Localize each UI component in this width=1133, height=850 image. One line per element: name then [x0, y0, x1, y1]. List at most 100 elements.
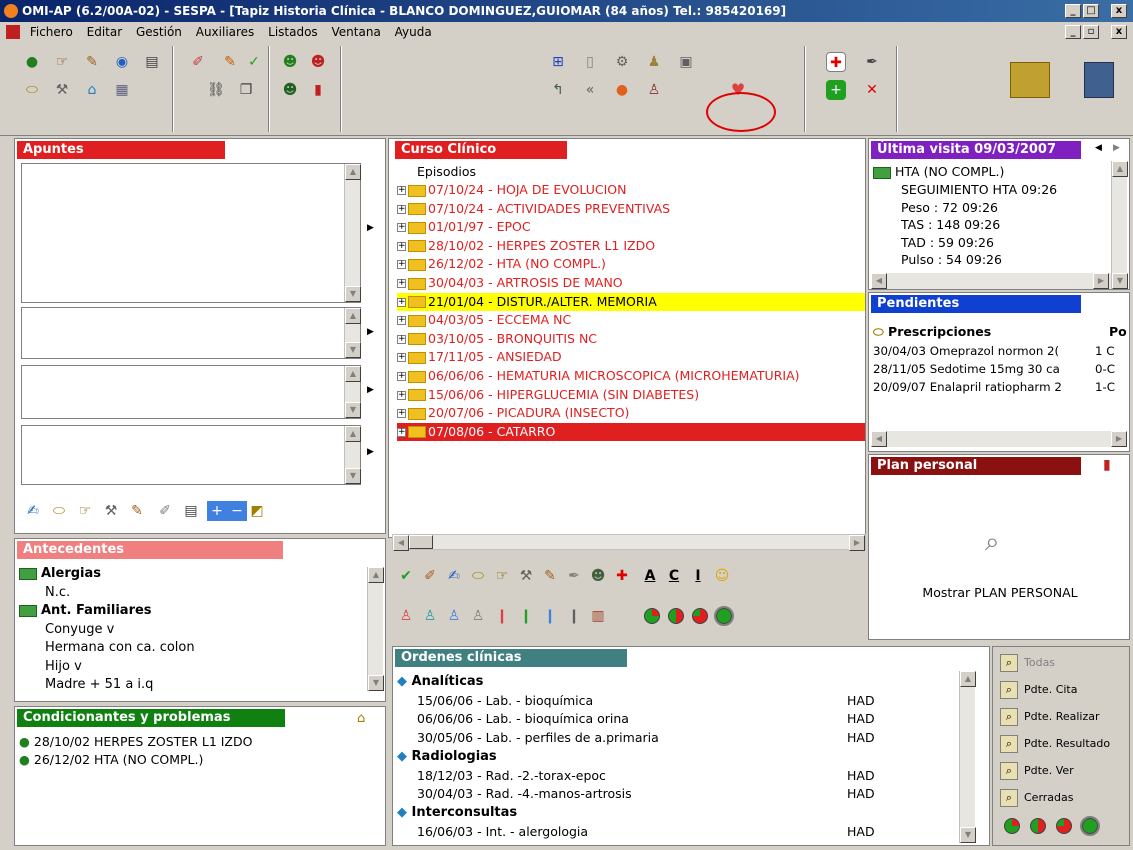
order-row[interactable]: 15/06/06 - Lab. - bioquímica	[417, 692, 593, 709]
search-folder-icon[interactable]: ◩	[247, 501, 267, 521]
episode-row[interactable]: +03/10/05 - BRONQUITIS NC	[397, 330, 865, 348]
expand-icon[interactable]: +	[397, 241, 406, 251]
episodes-root[interactable]: Episodios	[417, 163, 476, 180]
smiley-icon[interactable]: ☺	[712, 566, 732, 586]
chain-link-icon[interactable]: ⛓	[206, 80, 226, 100]
episode-row[interactable]: +04/03/05 - ECCEMA NC	[397, 311, 865, 329]
episode-row[interactable]: +21/01/04 - DISTUR./ALTER. MEMORIA	[397, 292, 865, 311]
expand-icon[interactable]: +	[397, 316, 406, 326]
order-group[interactable]: ◆ Interconsultas	[397, 804, 517, 821]
episode-row[interactable]: +07/10/24 - HOJA DE EVOLUCION	[397, 181, 865, 199]
expand-icon[interactable]: +	[397, 409, 406, 419]
episode-row[interactable]: +07/10/24 - ACTIVIDADES PREVENTIVAS	[397, 200, 865, 218]
expand-icon[interactable]: +	[397, 372, 406, 381]
pie-half-icon[interactable]	[1030, 818, 1046, 834]
check-icon[interactable]: ✔	[396, 566, 416, 586]
filter-button[interactable]: ⌕ Pdte. Cita	[1000, 679, 1128, 701]
child-close-button[interactable]: x	[1111, 25, 1127, 39]
minus-icon[interactable]: −	[227, 501, 247, 521]
expand-icon[interactable]: +	[397, 279, 406, 288]
prescription-row[interactable]: 30/04/03 Omeprazol normon 2(	[873, 343, 1095, 360]
expand-icon[interactable]: +	[397, 297, 406, 307]
curso-horizontal-scrollbar[interactable]: ◀ ▶	[392, 534, 866, 551]
close-button[interactable]: x	[1111, 4, 1127, 18]
ordenes-vscrollbar[interactable]: ▲ ▼	[959, 671, 976, 843]
antecedentes-vscrollbar[interactable]: ▲ ▼	[367, 567, 384, 691]
hand-pointer-icon[interactable]: ☞	[75, 501, 95, 521]
menu-listados[interactable]: Listados	[268, 25, 318, 39]
order-row[interactable]: 30/04/03 - Rad. -4.-manos-artrosis	[417, 785, 632, 802]
back-arrows-icon[interactable]: «	[580, 80, 600, 100]
hammer-icon[interactable]: ⚒	[52, 80, 72, 100]
order-row[interactable]: 06/06/06 - Lab. - bioquímica orina	[417, 710, 629, 727]
filter-button[interactable]: ⌕ Pdte. Resultado	[1000, 733, 1128, 755]
menu-fichero[interactable]: Fichero	[30, 25, 73, 39]
check-stack-icon[interactable]: ✓	[244, 52, 264, 72]
world-icon[interactable]: ◉	[112, 52, 132, 72]
tools-icon[interactable]: ✎	[540, 566, 560, 586]
expand-icon[interactable]: +	[397, 223, 406, 233]
archive-icon[interactable]	[1010, 62, 1050, 98]
pie-full-icon[interactable]	[714, 606, 734, 626]
pie-three-quarter-icon[interactable]	[1056, 818, 1072, 834]
expand-icon[interactable]: +	[397, 204, 406, 214]
expand-icon[interactable]: +	[397, 353, 406, 363]
house-icon[interactable]: ⌂	[82, 80, 102, 100]
prescription-row[interactable]: 20/09/07 Enalapril ratiopharm 2	[873, 379, 1095, 396]
doctor-arrow-icon[interactable]: ↰	[548, 80, 568, 100]
note-4-scrollbar[interactable]: ▲ ▼	[344, 426, 361, 484]
apuntes-note-1[interactable]: ▲ ▼	[21, 163, 361, 303]
write-icon[interactable]: ✍	[23, 501, 43, 521]
doctor-red-icon[interactable]: ☻	[308, 52, 328, 72]
pencil-folder-icon[interactable]: ✎	[220, 52, 240, 72]
apuntes-note-2[interactable]: ▲ ▼	[21, 307, 361, 359]
menu-editar[interactable]: Editar	[87, 25, 123, 39]
house-icon[interactable]: ⌂	[357, 711, 365, 726]
antecedentes-group[interactable]: Alergias	[19, 565, 101, 582]
antecedentes-item[interactable]: Hijo v	[45, 658, 82, 675]
people-red-icon[interactable]: ♙	[396, 606, 416, 626]
episode-row[interactable]: +17/11/05 - ANSIEDAD	[397, 348, 865, 366]
note-2-scrollbar[interactable]: ▲ ▼	[344, 308, 361, 358]
copy-pages-icon[interactable]: ❐	[236, 80, 256, 100]
network-tree-icon[interactable]: ⊞	[548, 52, 568, 72]
magnifier-icon[interactable]: ⌕	[985, 527, 1000, 558]
form-icon[interactable]: ▤	[181, 501, 201, 521]
doctor-pair-icon[interactable]: ☻	[280, 80, 300, 100]
pie-full-icon[interactable]	[1080, 816, 1100, 836]
apuntes-note-3[interactable]: ▲ ▼	[21, 365, 361, 419]
pencil-red-icon[interactable]: ✐	[188, 52, 208, 72]
note-2-arrow-icon[interactable]: ▶	[367, 327, 374, 337]
note-1-scrollbar[interactable]: ▲ ▼	[344, 164, 361, 302]
antecedentes-item[interactable]: Conyuge v	[45, 621, 114, 638]
antecedentes-item[interactable]: Hermana con ca. colon	[45, 639, 195, 656]
book-red-icon[interactable]: ▮	[1103, 457, 1111, 473]
medical-cross-icon[interactable]: ✚	[612, 566, 632, 586]
pill-icon[interactable]: ⬭	[468, 566, 488, 586]
tools-icon[interactable]: ✎	[127, 501, 147, 521]
episode-row[interactable]: +06/06/06 - HEMATURIA MICROSCOPICA (MICR…	[397, 367, 865, 385]
scroll-thumb[interactable]	[409, 535, 433, 549]
globe-icon[interactable]: ●	[22, 52, 42, 72]
pill-icon[interactable]: ⬭	[22, 80, 42, 100]
episode-row[interactable]: +01/01/97 - EPOC	[397, 218, 865, 236]
family-icon[interactable]: ♙	[644, 80, 664, 100]
minimize-button[interactable]: _	[1065, 4, 1081, 18]
filter-button[interactable]: ⌕ Pdte. Realizar	[1000, 706, 1128, 728]
vial-green-icon[interactable]: ❙	[516, 606, 536, 626]
menu-gestion[interactable]: Gestión	[136, 25, 182, 39]
expand-icon[interactable]: +	[397, 334, 406, 344]
hand-pointer-icon[interactable]: ☞	[492, 566, 512, 586]
child-minimize-button[interactable]: _	[1065, 25, 1081, 39]
pendientes-hscrollbar[interactable]: ◀ ▶	[871, 431, 1127, 447]
pen-icon[interactable]: ✒	[564, 566, 584, 586]
episode-row[interactable]: +07/08/06 - CATARRO	[397, 422, 865, 441]
vial-red-icon[interactable]: ❙	[492, 606, 512, 626]
vial-blue-icon[interactable]: ❙	[540, 606, 560, 626]
order-group[interactable]: ◆ Radiologias	[397, 748, 497, 765]
episode-row[interactable]: +30/04/03 - ARTROSIS DE MANO	[397, 274, 865, 292]
magnifier-gear-icon[interactable]: ⚙	[612, 52, 632, 72]
prev-arrow-icon[interactable]: ◀	[1095, 143, 1102, 153]
menu-ayuda[interactable]: Ayuda	[395, 25, 432, 39]
expand-icon[interactable]: +	[397, 260, 406, 270]
